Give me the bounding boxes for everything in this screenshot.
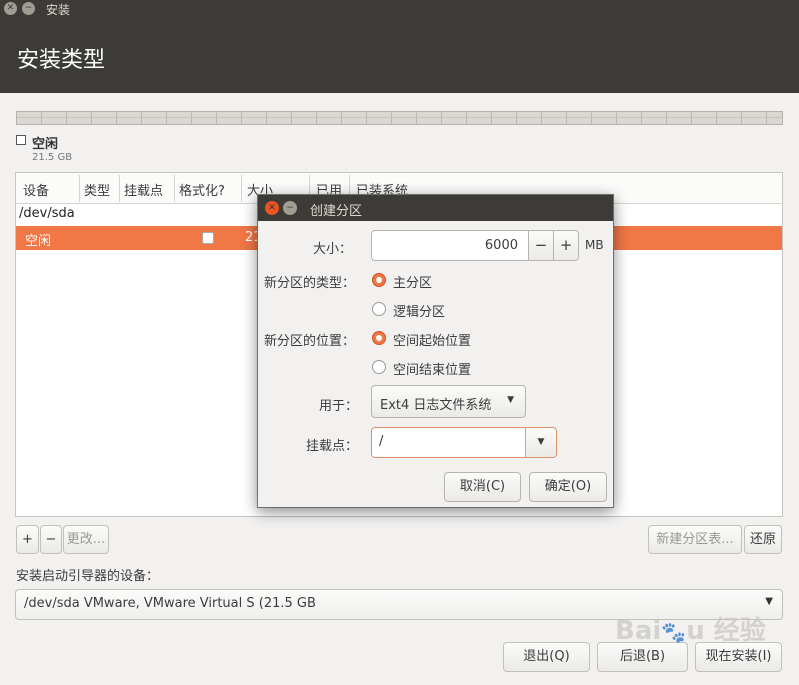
logical-radio[interactable]: [372, 302, 386, 316]
col-format[interactable]: 格式化?: [179, 180, 225, 199]
ok-button[interactable]: 确定(O): [529, 472, 607, 502]
new-partition-table-button[interactable]: 新建分区表...: [648, 525, 742, 554]
free-space-size: 21.5 GB: [32, 152, 73, 163]
size-decrease-button[interactable]: −: [528, 231, 553, 260]
col-type[interactable]: 类型: [84, 180, 110, 199]
dialog-titlebar: ✕ − 创建分区: [258, 195, 613, 221]
size-spinbox[interactable]: 6000 − +: [371, 230, 579, 261]
free-space-swatch: [16, 135, 26, 145]
size-increase-button[interactable]: +: [553, 231, 578, 260]
partition-name: 空闲: [25, 234, 52, 249]
revert-button[interactable]: 还原: [744, 525, 782, 554]
page-header: 安装类型: [0, 18, 799, 93]
add-partition-button[interactable]: +: [16, 525, 39, 554]
location-start-label[interactable]: 空间起始位置: [393, 330, 471, 349]
use-as-label: 用于：: [319, 399, 359, 414]
mount-point-input[interactable]: /: [379, 434, 383, 449]
location-end-radio[interactable]: [372, 360, 386, 374]
chevron-down-icon: ▼: [507, 395, 514, 405]
watermark-logo: Bai🐾u 经验: [615, 616, 766, 646]
filesystem-value: Ext4 日志文件系统: [380, 398, 492, 413]
change-partition-button[interactable]: 更改...: [63, 525, 109, 554]
device-name: /dev/sda: [19, 206, 75, 221]
primary-radio[interactable]: [372, 273, 386, 287]
mount-point-label: 挂载点：: [306, 439, 359, 454]
window-minimize-button[interactable]: −: [22, 2, 35, 15]
partition-bar: [16, 111, 783, 125]
primary-label[interactable]: 主分区: [393, 272, 432, 291]
create-partition-dialog: ✕ − 创建分区 大小： 6000 − + MB 新分区的类型： 主分区 逻辑分…: [257, 194, 614, 508]
col-device[interactable]: 设备: [23, 180, 49, 199]
size-unit: MB: [585, 238, 604, 252]
free-space-label: 空闲: [32, 137, 59, 152]
logical-label[interactable]: 逻辑分区: [393, 301, 445, 320]
boot-device-value: /dev/sda VMware, VMware Virtual S (21.5 …: [24, 596, 316, 611]
location-start-radio[interactable]: [372, 331, 386, 345]
col-mount[interactable]: 挂载点: [124, 180, 163, 199]
partition-type-label: 新分区的类型：: [264, 276, 356, 291]
mount-point-combo[interactable]: / ▼: [371, 427, 557, 458]
page-title: 安装类型: [17, 48, 106, 73]
size-label: 大小：: [313, 242, 353, 257]
size-input[interactable]: 6000: [485, 238, 518, 253]
dialog-close-button[interactable]: ✕: [265, 201, 279, 215]
window-close-button[interactable]: ✕: [4, 2, 17, 15]
chevron-down-icon: ▼: [765, 596, 773, 607]
chevron-down-icon[interactable]: ▼: [525, 428, 556, 457]
remove-partition-button[interactable]: −: [40, 525, 62, 554]
window-titlebar: ✕ − 安装: [0, 0, 799, 18]
filesystem-select[interactable]: Ext4 日志文件系统 ▼: [371, 385, 526, 418]
location-end-label[interactable]: 空间结束位置: [393, 359, 471, 378]
cancel-button[interactable]: 取消(C): [444, 472, 521, 502]
window-title: 安装: [46, 3, 71, 17]
dialog-title: 创建分区: [310, 204, 363, 219]
partition-location-label: 新分区的位置：: [264, 334, 356, 349]
quit-button[interactable]: 退出(Q): [503, 642, 590, 672]
dialog-minimize-button[interactable]: −: [283, 201, 297, 215]
boot-device-label: 安装启动引导器的设备：: [16, 569, 160, 584]
format-checkbox[interactable]: [202, 232, 214, 244]
